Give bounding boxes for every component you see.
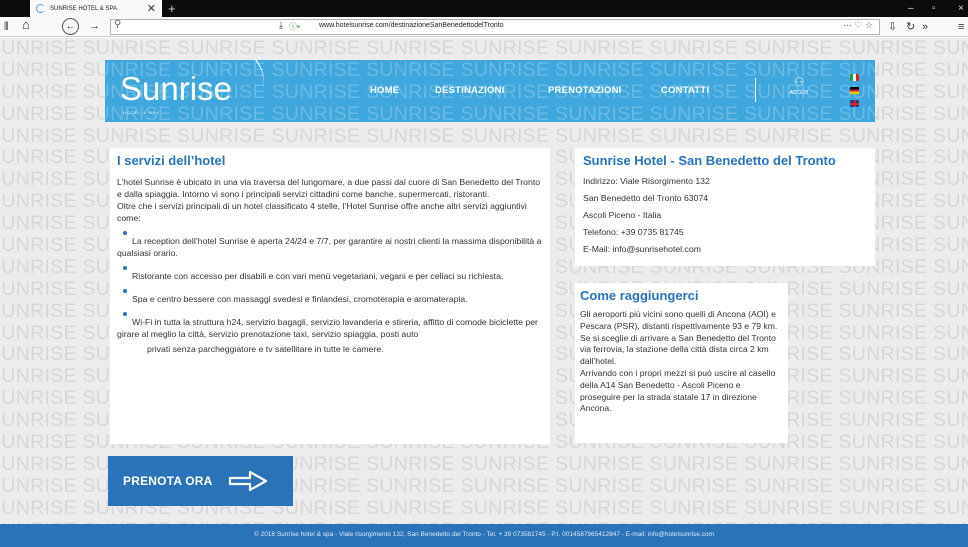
services-intro-2: Oltre che i servizi principali di un hot… <box>117 201 527 223</box>
browser-tab[interactable]: SUNRISE HOTEL & SPA ✕ <box>30 0 162 17</box>
logo[interactable]: Sunrise <box>120 70 232 108</box>
reload-icon[interactable]: ↻ <box>906 19 915 35</box>
hotel-info-card: Sunrise Hotel - San Benedetto del Tronto… <box>575 148 875 266</box>
services-card: I servizi dell’hotel L’hotel Sunrise è u… <box>110 148 550 444</box>
lock-icon[interactable]: ⓘ▪ <box>289 21 300 32</box>
new-tab-button[interactable]: + <box>168 0 176 17</box>
search-icon: ⚲ <box>114 19 122 30</box>
page-actions-icon[interactable]: ··· ♡ ☆ <box>843 20 873 31</box>
site-footer: © 2018 Sunrise hotel & spa - Viale risor… <box>0 524 968 547</box>
back-button[interactable]: ← <box>62 18 79 35</box>
list-item: La reception dell’hotel Sunrise è aperta… <box>117 231 543 259</box>
directions-car: Arrivando con i propri mezzi si può usci… <box>580 367 776 414</box>
minimize-icon[interactable]: – <box>908 0 914 17</box>
url-text[interactable]: www.hotelsunrise.com/destinazioneSanBene… <box>319 22 504 29</box>
restore-icon[interactable]: ▫ <box>932 0 936 17</box>
directions-card: Come raggiungerci Gli aeroporti più vici… <box>575 283 788 443</box>
close-tab-icon[interactable]: ✕ <box>147 2 156 15</box>
directions-airports: Gli aeroporti più vicini sono quelli di … <box>580 309 778 331</box>
overflow-icon[interactable]: » <box>922 19 928 35</box>
list-item: Ristorante con accesso per disabili e co… <box>117 266 543 282</box>
browser-navbar: ⫴ ⌂ ← → ⚲ ⤓ ⓘ▪ www.hotelsunrise.com/dest… <box>0 17 968 37</box>
tab-title: SUNRISE HOTEL & SPA <box>50 5 118 12</box>
loading-icon <box>36 4 45 13</box>
directions-title: Come raggiungerci <box>580 288 699 303</box>
list-item: Wi-Fi in tutta la struttura h24, servizi… <box>117 312 543 355</box>
list-item-text: Ristorante con accesso per disabili e co… <box>132 271 504 281</box>
services-title: I servizi dell’hotel <box>117 153 226 168</box>
nav-destinazioni[interactable]: DESTINAZIONI <box>435 85 504 96</box>
logo-subtitle: HOTEL & SPA <box>123 110 160 115</box>
uk-flag-icon[interactable] <box>850 100 859 107</box>
hotel-title: Sunrise Hotel - San Benedetto del Tronto <box>583 153 836 168</box>
book-now-button[interactable]: PRENOTA ORA <box>108 456 293 506</box>
web-page: SUNRISE SUNRISE SUNRISE SUNRISE SUNRISE … <box>0 38 968 547</box>
home-icon[interactable]: ⌂ <box>22 17 30 33</box>
login-label: ACCEDI <box>789 90 809 96</box>
book-now-label: PRENOTA ORA <box>123 474 213 488</box>
download-icon[interactable]: ⤓ <box>279 20 283 31</box>
browser-tabbar: SUNRISE HOTEL & SPA ✕ + – ▫ × <box>0 0 968 17</box>
hotel-phone: Telefono: +39 0735 81745 <box>583 227 684 237</box>
italian-flag-icon[interactable] <box>850 74 859 81</box>
nav-contatti[interactable]: CONTATTI <box>661 85 709 96</box>
list-item-text: Wi-Fi in tutta la struttura h24, servizi… <box>117 317 538 339</box>
background-word-row: SUNRISE SUNRISE SUNRISE SUNRISE SUNRISE … <box>0 38 968 59</box>
nav-prenotazioni[interactable]: PRENOTAZIONI <box>548 85 621 96</box>
nav-home[interactable]: HOME <box>370 85 399 96</box>
list-item-text: Spa e centro bessere con massaggi svedes… <box>132 294 468 304</box>
list-item: Spa e centro bessere con massaggi svedes… <box>117 289 543 305</box>
url-bar[interactable]: ⚲ ⤓ ⓘ▪ www.hotelsunrise.com/destinazione… <box>110 19 880 35</box>
forward-icon[interactable]: → <box>89 18 100 34</box>
list-item-text-continued: privati senza parcheggiatore e tv satell… <box>147 344 384 354</box>
user-icon: ⚇ <box>793 75 805 89</box>
nav-divider <box>755 78 756 102</box>
arrow-right-icon <box>228 470 267 492</box>
german-flag-icon[interactable] <box>850 87 859 94</box>
hotel-address: Indirizzo: Viale Risorgimento 132 <box>583 176 710 186</box>
menu-icon[interactable]: ≡ <box>958 19 964 35</box>
hotel-city: San Benedetto del Tronto 63074 <box>583 193 709 203</box>
hotel-email: E-Mail: info@sunrisehotel.com <box>583 244 701 254</box>
site-header: SUNRISE SUNRISE SUNRISE SUNRISE SUNRISE … <box>105 60 875 122</box>
hotel-region: Ascoli Piceno - Italia <box>583 210 662 220</box>
background-word-row: SUNRISE SUNRISE SUNRISE SUNRISE SUNRISE … <box>0 124 968 147</box>
list-item-text: La reception dell’hotel Sunrise è aperta… <box>117 236 542 258</box>
download-arrow-icon[interactable]: ⇩ <box>888 19 897 35</box>
footer-text: © 2018 Sunrise hotel & spa - Viale risor… <box>253 531 714 538</box>
services-intro: L’hotel Sunrise è ubicato in una via tra… <box>117 177 541 199</box>
library-icon[interactable]: ⫴ <box>4 19 9 35</box>
directions-train: Se si sceglie di arrivare a San Benedett… <box>580 332 776 367</box>
close-window-icon[interactable]: × <box>958 0 964 17</box>
login-button[interactable]: ⚇ ACCEDI <box>785 76 813 96</box>
